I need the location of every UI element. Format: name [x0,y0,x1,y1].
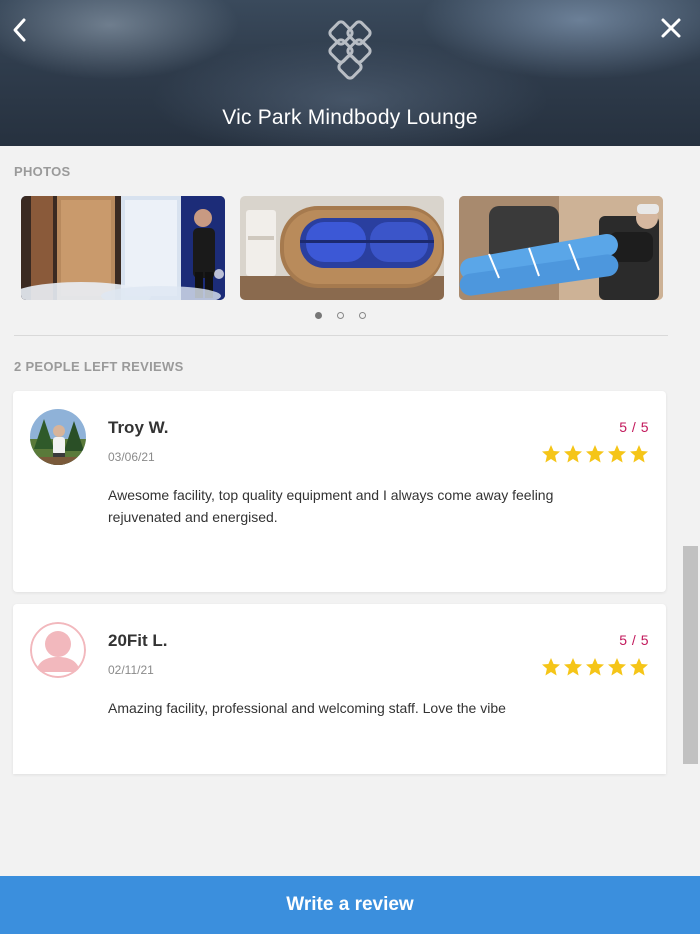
star-icon [542,658,560,676]
review-card: 20Fit L. 02/11/21 5 / 5 Amazing facility… [13,604,666,774]
star-icon [564,445,582,463]
reviewer-name: 20Fit L. [108,631,168,650]
float-pod-photo[interactable] [240,196,444,300]
reviewer-name: Troy W. [108,418,169,437]
review-text: Amazing facility, professional and welco… [108,700,506,716]
back-button[interactable] [8,14,32,46]
pagination-dot[interactable] [359,312,366,319]
pagination-dot[interactable] [315,312,322,319]
compression-therapy-photo[interactable] [459,196,663,300]
star-icon [608,658,626,676]
star-icon [608,445,626,463]
close-button[interactable] [658,14,684,42]
cryotherapy-chamber-photo[interactable] [21,196,225,300]
rating-score: 5 / 5 [619,419,649,435]
user-silhouette-icon [30,622,86,678]
star-icon [630,658,648,676]
star-rating [541,444,649,464]
review-date: 03/06/21 [108,450,155,464]
review-date: 02/11/21 [108,663,154,677]
reviews-section-label: 2 PEOPLE LEFT REVIEWS [14,359,184,374]
avatar [30,409,86,465]
write-review-button[interactable]: Write a review [0,876,700,934]
venue-header: Vic Park Mindbody Lounge [0,0,700,146]
chevron-left-icon [13,18,26,42]
rating-score: 5 / 5 [619,632,649,648]
star-icon [586,445,604,463]
scrollbar-thumb[interactable] [683,546,698,764]
star-icon [564,658,582,676]
section-divider [14,335,668,336]
avatar-placeholder [30,622,86,678]
close-icon [661,18,681,38]
star-icon [586,658,604,676]
venue-title: Vic Park Mindbody Lounge [222,106,478,129]
photo-pagination [0,312,700,322]
review-text: Awesome facility, top quality equipment … [108,487,554,525]
star-icon [630,445,648,463]
star-rating [541,657,649,677]
star-icon [542,445,560,463]
brand-logo [318,18,382,82]
pagination-dot[interactable] [337,312,344,319]
review-card: Troy W. 03/06/21 5 / 5 Awesome facility,… [13,391,666,592]
photos-section-label: PHOTOS [14,164,71,179]
